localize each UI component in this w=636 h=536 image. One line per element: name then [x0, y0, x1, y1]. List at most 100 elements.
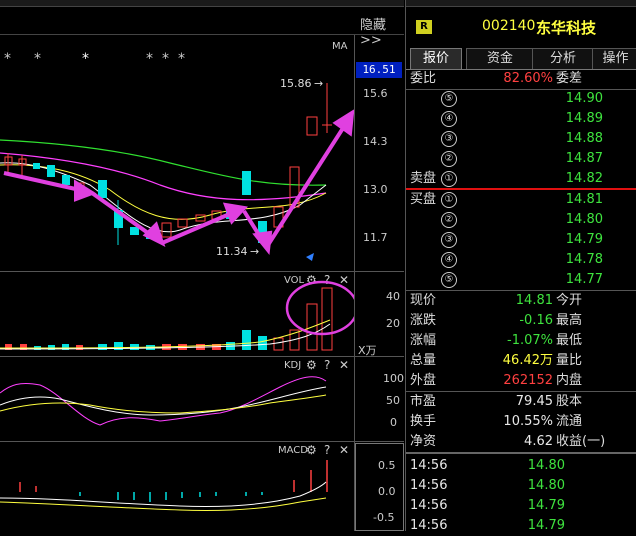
- volume-highlight-circle: [285, 280, 354, 336]
- quote-label: 现价: [410, 293, 437, 308]
- tick-time: 14:56: [410, 458, 448, 473]
- buy-level[interactable]: ⑤ 14.77: [406, 270, 636, 290]
- tab-analysis[interactable]: 分析: [532, 48, 594, 69]
- kdj-chart[interactable]: KDJ ⚙ ? ✕: [0, 357, 354, 441]
- tab-operation[interactable]: 操作: [592, 48, 636, 69]
- stock-name: 东华科技: [536, 19, 597, 37]
- ma-label: MA: [332, 41, 348, 52]
- quote-label2: 量比: [556, 353, 583, 368]
- kdj-title: KDJ: [284, 360, 301, 371]
- level-indicator: ①: [441, 171, 457, 187]
- quote-label: 外盘: [410, 373, 437, 388]
- macd-dif-line: [0, 481, 327, 508]
- buy-level[interactable]: ④ 14.78: [406, 250, 636, 270]
- y-tick: 11.7: [363, 231, 388, 244]
- kdj-y-tick: 50: [386, 394, 400, 407]
- tick-row: 14:56 14.80: [406, 476, 636, 496]
- tick-price: 14.80: [527, 458, 565, 473]
- star-mark: *: [82, 51, 89, 67]
- star-mark: *: [4, 51, 11, 67]
- level-indicator: ④: [441, 111, 457, 127]
- high-arrow: →: [314, 77, 323, 90]
- volume-chart[interactable]: VOL ⚙ ? ✕: [0, 272, 354, 356]
- sell-price: 14.82: [565, 171, 603, 186]
- level-indicator: ③: [441, 232, 457, 248]
- hide-panel-button[interactable]: 隐藏>>: [360, 14, 404, 48]
- kdj-j-line: [0, 376, 327, 426]
- fundamental-label: 净资: [410, 434, 437, 449]
- tick-price: 14.80: [527, 478, 565, 493]
- fundamental-label2: 股本: [556, 394, 583, 409]
- quote-value: -0.16: [519, 313, 553, 328]
- y-tick: 14.3: [363, 135, 388, 148]
- macd-y-tick: -0.5: [373, 511, 395, 524]
- sell-price: 14.89: [565, 111, 603, 126]
- star-mark: *: [34, 51, 41, 67]
- fundamental-row: 净资 4.62 收益(一): [406, 432, 636, 452]
- vol-y-tick: 20: [386, 317, 400, 330]
- level-indicator: ①: [441, 192, 457, 208]
- low-price-label: 11.34: [216, 245, 248, 258]
- macd-y-tick: 0.0: [378, 485, 396, 498]
- quote-value: -1.07%: [507, 333, 553, 348]
- quote-value: 14.81: [515, 293, 553, 308]
- tick-row: 14:56 14.79: [406, 516, 636, 536]
- sell-label: 卖盘: [410, 171, 437, 186]
- sell-level[interactable]: ⑤ 14.90: [406, 89, 636, 109]
- fundamental-value: 79.45: [515, 394, 553, 409]
- quote-value: 262152: [503, 373, 553, 388]
- tick-time: 14:56: [410, 478, 448, 493]
- kdj-y-tick: 0: [390, 416, 397, 429]
- buy-price: 14.77: [565, 272, 603, 287]
- tick-time: 14:56: [410, 518, 448, 533]
- weibi-label: 委比: [410, 71, 437, 86]
- buy-price: 14.78: [565, 252, 603, 267]
- chart-area[interactable]: 隐藏>> * * * * * * MA 15.86 → 11.34 → 16.5…: [0, 0, 404, 531]
- level-indicator: ⑤: [441, 91, 457, 107]
- small-marker: [306, 253, 314, 261]
- tab-quote[interactable]: 报价: [410, 48, 462, 69]
- tick-row: 14:56 14.79: [406, 496, 636, 516]
- sell-price: 14.87: [565, 151, 603, 166]
- main-kline-chart[interactable]: * * * * * * MA 15.86 → 11.34 →: [0, 35, 354, 271]
- quote-label2: 内盘: [556, 373, 583, 388]
- quote-label: 涨跌: [410, 313, 437, 328]
- quote-row: 涨跌 -0.16 最高: [406, 311, 636, 331]
- buy-level[interactable]: 买盘 ① 14.81: [406, 190, 636, 210]
- buy-level[interactable]: ② 14.80: [406, 210, 636, 230]
- quote-label: 涨幅: [410, 333, 437, 348]
- close-icon: ✕: [339, 358, 349, 372]
- macd-dea-line: [0, 497, 327, 512]
- sell-level[interactable]: ② 14.87: [406, 149, 636, 169]
- sell-level[interactable]: ④ 14.89: [406, 109, 636, 129]
- top-bar: [406, 0, 636, 7]
- fundamental-row: 市盈 79.45 股本: [406, 392, 636, 412]
- sell-price: 14.88: [565, 131, 603, 146]
- macd-y-tick: 0.5: [378, 459, 396, 472]
- tab-funds[interactable]: 资金: [466, 48, 534, 69]
- star-mark: *: [162, 51, 169, 67]
- quote-label2: 最低: [556, 333, 583, 348]
- macd-chart[interactable]: MACD ⚙ ? ✕: [0, 442, 354, 531]
- kdj-y-tick: 100: [383, 372, 404, 385]
- level-indicator: ②: [441, 212, 457, 228]
- level-indicator: ②: [441, 151, 457, 167]
- tick-time: 14:56: [410, 498, 448, 513]
- buy-level[interactable]: ③ 14.79: [406, 230, 636, 250]
- sell-level[interactable]: 卖盘 ① 14.82: [406, 169, 636, 189]
- level-indicator: ④: [441, 252, 457, 268]
- sell-level[interactable]: ③ 14.88: [406, 129, 636, 149]
- top-bar: [0, 0, 404, 7]
- buy-price: 14.81: [565, 192, 603, 207]
- fundamental-label2: 流通: [556, 414, 583, 429]
- quote-label: 总量: [410, 353, 437, 368]
- quote-row: 现价 14.81 今开: [406, 291, 636, 311]
- vol-ma-yellow: [0, 319, 331, 349]
- r-badge: R: [416, 20, 432, 34]
- buy-label: 买盘: [410, 192, 437, 207]
- macd-title: MACD: [278, 445, 308, 456]
- quote-value: 46.42万: [502, 353, 553, 368]
- quote-row: 外盘 262152 内盘: [406, 371, 636, 391]
- quote-panel: R 002140 东华科技 报价 资金 分析 操作 委比 82.60% 委差 ⑤…: [405, 0, 636, 533]
- level-indicator: ③: [441, 131, 457, 147]
